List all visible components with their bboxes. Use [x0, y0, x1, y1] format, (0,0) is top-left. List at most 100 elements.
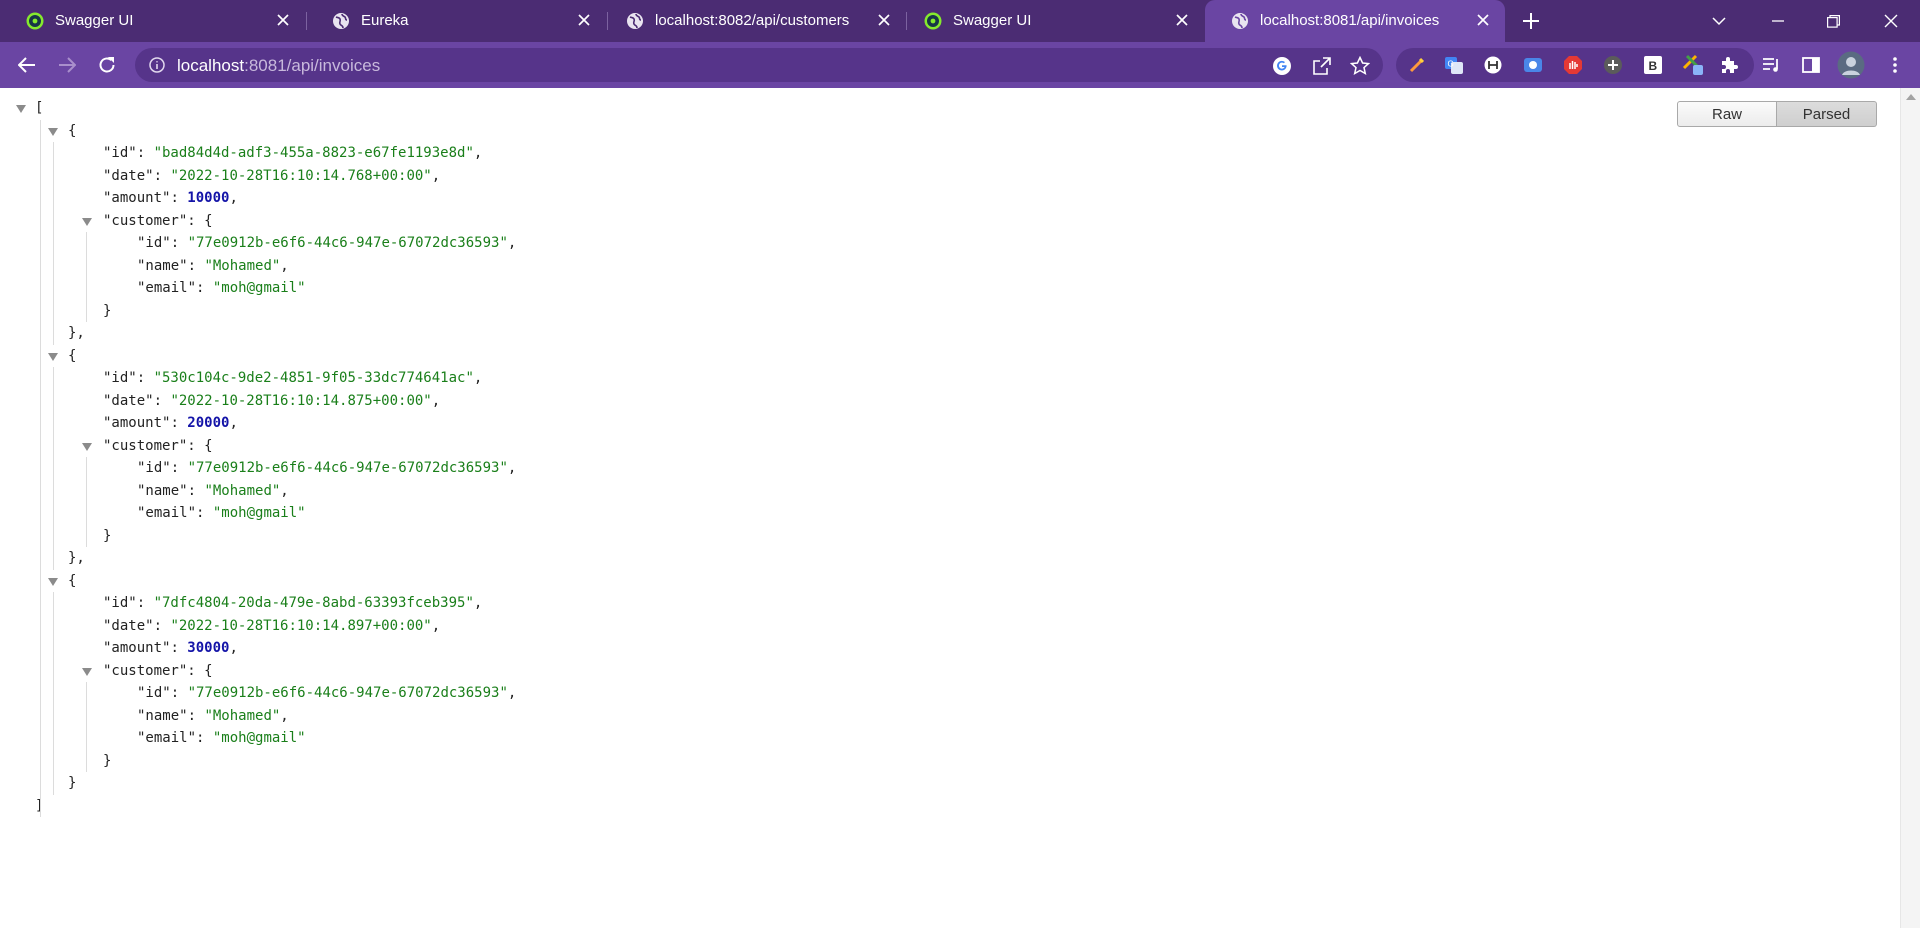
customer-name-value: "Mohamed" — [204, 707, 281, 724]
json-key: "id" — [103, 595, 137, 611]
bookmark-star-icon[interactable] — [1349, 55, 1371, 77]
json-row-invoice-date: "date": "2022-10-28T16:10:14.768+00:00", — [103, 165, 440, 188]
object-open-brace: { — [204, 437, 213, 454]
tab-invoices[interactable]: localhost:8081/api/invoices — [1205, 0, 1505, 42]
customer-collapse-toggle-icon[interactable] — [82, 667, 92, 676]
object-collapse-toggle-icon[interactable] — [48, 127, 58, 136]
object-collapse-toggle-icon[interactable] — [48, 577, 58, 586]
json-key: "id" — [137, 460, 171, 476]
share-icon[interactable] — [1311, 55, 1333, 77]
customer-id-value: "77e0912b-e6f6-44c6-947e-67072dc36593" — [187, 460, 508, 476]
customer-collapse-toggle-icon[interactable] — [82, 442, 92, 451]
invoice-id-value: "7dfc4804-20da-479e-8abd-63393fceb395" — [153, 595, 474, 611]
json-row-invoice-amount: "amount": 30000, — [103, 637, 238, 660]
invoice-date-value: "2022-10-28T16:10:14.875+00:00" — [170, 392, 432, 409]
reload-button[interactable] — [92, 50, 122, 80]
svg-text:B: B — [1649, 59, 1658, 73]
json-row-customer: "customer": { — [103, 435, 213, 458]
json-colon: : — [136, 595, 154, 611]
json-colon: : — [136, 145, 154, 161]
raw-view-button[interactable]: Raw — [1677, 101, 1777, 127]
json-row-customer-email: "email": "moh@gmail" — [137, 727, 306, 750]
json-row-customer-id: "id": "77e0912b-e6f6-44c6-947e-67072dc36… — [137, 232, 516, 255]
close-icon[interactable] — [273, 10, 293, 30]
google-translate-icon[interactable] — [1271, 55, 1293, 77]
object-collapse-toggle-icon[interactable] — [48, 352, 58, 361]
plus-extension-icon[interactable] — [1602, 54, 1624, 76]
tab-title: Swagger UI — [953, 12, 1032, 29]
tab-swagger-ui-2[interactable]: Swagger UI — [898, 0, 1204, 42]
customer-id-value: "77e0912b-e6f6-44c6-947e-67072dc36593" — [187, 685, 508, 701]
indent-guide — [53, 592, 54, 795]
json-key: "date" — [103, 617, 154, 634]
reading-list-icon[interactable] — [1757, 50, 1787, 80]
ad-block-extension-icon[interactable] — [1562, 54, 1584, 76]
array-collapse-toggle-icon[interactable] — [16, 105, 26, 113]
close-icon[interactable] — [1172, 10, 1192, 30]
json-colon: : — [196, 505, 213, 521]
close-icon[interactable] — [1473, 10, 1493, 30]
json-row-invoice-date: "date": "2022-10-28T16:10:14.875+00:00", — [103, 390, 440, 413]
window-close-icon[interactable] — [1868, 0, 1914, 42]
indent-guide — [53, 142, 54, 345]
customer-collapse-toggle-icon[interactable] — [82, 217, 92, 226]
profile-avatar[interactable] — [1836, 50, 1866, 80]
json-key: "email" — [137, 730, 197, 746]
json-comma: , — [229, 190, 238, 206]
json-colon: : — [196, 730, 213, 746]
palette-extension-icon[interactable] — [1682, 54, 1704, 76]
json-row-customer-name: "name": "Mohamed", — [137, 705, 289, 728]
json-colon: : — [170, 235, 188, 251]
json-key: "name" — [137, 257, 188, 274]
extensions-area: G B — [1396, 48, 1754, 82]
json-object-close: }, — [68, 547, 85, 570]
tab-swagger-ui-1[interactable]: Swagger UI — [0, 0, 305, 42]
invoice-date-value: "2022-10-28T16:10:14.897+00:00" — [170, 617, 432, 634]
invoice-amount-value: 30000 — [187, 640, 230, 656]
object-close-brace: }, — [68, 550, 85, 566]
screen-capture-extension-icon[interactable] — [1522, 54, 1544, 76]
json-colon: : — [170, 685, 188, 701]
close-icon[interactable] — [874, 10, 894, 30]
side-panel-icon[interactable] — [1796, 50, 1826, 80]
tab-eureka[interactable]: Eureka — [306, 0, 606, 42]
object-open-brace: { — [204, 662, 213, 679]
new-tab-button[interactable] — [1519, 9, 1543, 33]
json-colon: : — [187, 482, 205, 499]
parsed-view-button[interactable]: Parsed — [1777, 101, 1877, 127]
url-text[interactable]: localhost:8081/api/invoices — [177, 56, 380, 76]
tab-search-icon[interactable] — [1696, 0, 1742, 42]
customer-email-value: "moh@gmail" — [212, 505, 306, 521]
forward-button[interactable] — [52, 50, 82, 80]
json-colon: : — [187, 212, 205, 229]
json-key: "date" — [103, 392, 154, 409]
color-picker-extension-icon[interactable] — [1406, 54, 1428, 76]
translate-extension-icon[interactable]: G — [1443, 54, 1465, 76]
close-icon[interactable] — [574, 10, 594, 30]
minimize-icon[interactable] — [1755, 0, 1801, 42]
json-key: "id" — [103, 145, 137, 161]
info-icon[interactable] — [149, 57, 165, 73]
json-colon: : — [153, 167, 171, 184]
puzzle-icon[interactable] — [1718, 54, 1740, 76]
tab-title: localhost:8081/api/invoices — [1260, 12, 1440, 29]
json-colon: : — [170, 460, 188, 476]
swagger-icon — [26, 12, 44, 30]
json-row-invoice-date: "date": "2022-10-28T16:10:14.897+00:00", — [103, 615, 440, 638]
json-array-open: [ — [35, 97, 43, 120]
vertical-scrollbar[interactable] — [1900, 88, 1920, 928]
object-close-brace: }, — [68, 325, 85, 341]
object-open-brace: { — [204, 212, 213, 229]
json-colon: : — [187, 662, 205, 679]
back-button[interactable] — [12, 50, 42, 80]
json-key: "customer" — [103, 662, 188, 679]
b-extension-icon[interactable]: B — [1642, 54, 1664, 76]
restore-icon[interactable] — [1810, 0, 1856, 42]
scroll-up-arrow-icon[interactable] — [1906, 94, 1916, 100]
json-colon: : — [136, 370, 154, 386]
circle-extension-icon[interactable] — [1482, 54, 1504, 76]
tab-customers[interactable]: localhost:8082/api/customers — [600, 0, 906, 42]
menu-dots-icon[interactable] — [1880, 50, 1910, 80]
address-bar[interactable]: localhost:8081/api/invoices — [135, 48, 1383, 82]
json-comma: , — [280, 707, 289, 724]
